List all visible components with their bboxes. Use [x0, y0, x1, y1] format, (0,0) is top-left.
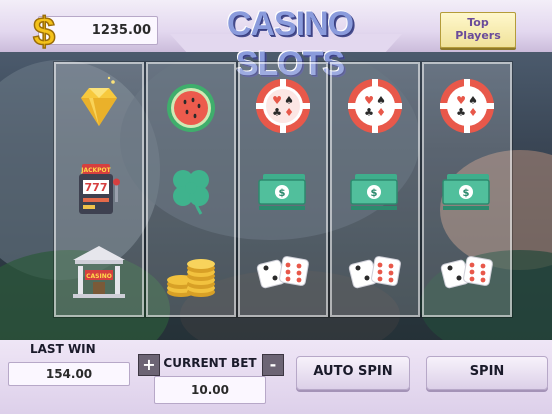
reel-symbol: [148, 148, 234, 231]
svg-text:$: $: [33, 10, 55, 53]
reel-symbol: [148, 232, 234, 315]
top-players-label-line2: Players: [455, 29, 501, 42]
game-title: CASINO SLOTS: [226, 5, 354, 83]
auto-spin-label: AUTO SPIN: [313, 364, 393, 379]
top-bar: $ 1235.00 CASINO SLOTS Top Players: [0, 0, 552, 83]
svg-text:$: $: [279, 188, 286, 199]
reel-symbol: CASINO: [56, 232, 142, 315]
reel-symbol: ♥ ♠ ♣ ♦: [332, 64, 418, 147]
dice-icon: [440, 256, 493, 289]
slot-machine-digits: 777: [85, 181, 108, 194]
current-bet-value: 10.00: [154, 376, 266, 404]
reel-symbol: $: [240, 148, 326, 231]
balance-value: 1235.00: [91, 23, 151, 38]
last-win-panel: LAST WIN 154.00: [8, 340, 134, 386]
poker-chip-icon: ♥ ♠ ♣ ♦: [348, 79, 402, 133]
reel-3: ♥ ♠ ♣ ♦ $: [238, 62, 328, 317]
balance-display: $ 1235.00: [32, 9, 158, 53]
reel-symbol: [56, 64, 142, 147]
reel-symbol: JACKPOT 777: [56, 148, 142, 231]
reel-2: [146, 62, 236, 317]
poker-chip-icon: ♥ ♠ ♣ ♦: [256, 79, 310, 133]
money-stack-icon: $: [258, 174, 306, 210]
reel-4: ♥ ♠ ♣ ♦ $: [330, 62, 420, 317]
slot-machine-icon: JACKPOT 777: [79, 164, 120, 214]
money-stack-icon: $: [350, 174, 398, 210]
increase-bet-button[interactable]: +: [138, 354, 160, 376]
svg-text:♦: ♦: [284, 106, 294, 119]
casino-bank-icon: CASINO: [73, 246, 125, 298]
last-win-value: 154.00: [8, 362, 130, 386]
auto-spin-button[interactable]: AUTO SPIN: [296, 356, 410, 390]
money-stack-icon: $: [442, 174, 490, 210]
dollar-icon: $: [32, 9, 56, 53]
last-win-label: LAST WIN: [30, 342, 96, 356]
spin-button[interactable]: SPIN: [426, 356, 548, 390]
four-leaf-clover-icon: [173, 170, 209, 215]
decrease-bet-button[interactable]: -: [262, 354, 284, 376]
svg-text:♣: ♣: [272, 106, 282, 119]
reel-symbol: $: [332, 148, 418, 231]
current-bet-panel: CURRENT BET 10.00: [154, 352, 266, 410]
reel-1: JACKPOT 777 CASINO: [54, 62, 144, 317]
reel-symbol: ♥ ♠ ♣ ♦: [424, 64, 510, 147]
dice-icon: [348, 256, 401, 289]
reel-symbol: [332, 232, 418, 315]
reel-symbol: [240, 232, 326, 315]
reel-symbol: [424, 232, 510, 315]
top-players-label-line1: Top: [467, 16, 489, 29]
gold-coins-icon: [167, 259, 215, 297]
reel-symbol: $: [424, 148, 510, 231]
spin-label: SPIN: [469, 364, 505, 379]
watermelon-icon: [167, 84, 215, 132]
reel-5: ♥ ♠ ♣ ♦ $: [422, 62, 512, 317]
jackpot-label: JACKPOT: [80, 167, 111, 174]
top-players-button[interactable]: Top Players: [440, 12, 516, 48]
current-bet-label: CURRENT BET: [163, 356, 257, 370]
reels-area: JACKPOT 777 CASINO ♥ ♠ ♣ ♦ $ ♥ ♠ ♣ ♦ $ ♥…: [54, 62, 516, 317]
reel-symbol: ♥ ♠ ♣ ♦: [240, 64, 326, 147]
svg-text:♣: ♣: [364, 106, 374, 119]
bottom-bar: LAST WIN 154.00 + CURRENT BET 10.00 - AU…: [0, 340, 552, 414]
dice-icon: [256, 256, 309, 289]
svg-text:♣: ♣: [456, 106, 466, 119]
svg-text:♦: ♦: [376, 106, 386, 119]
reel-symbol: [148, 64, 234, 147]
svg-text:$: $: [463, 188, 470, 199]
poker-chip-icon: ♥ ♠ ♣ ♦: [440, 79, 494, 133]
svg-text:$: $: [371, 188, 378, 199]
bank-sign-label: CASINO: [86, 273, 112, 280]
diamond-icon: [81, 76, 117, 126]
svg-text:♦: ♦: [468, 106, 478, 119]
